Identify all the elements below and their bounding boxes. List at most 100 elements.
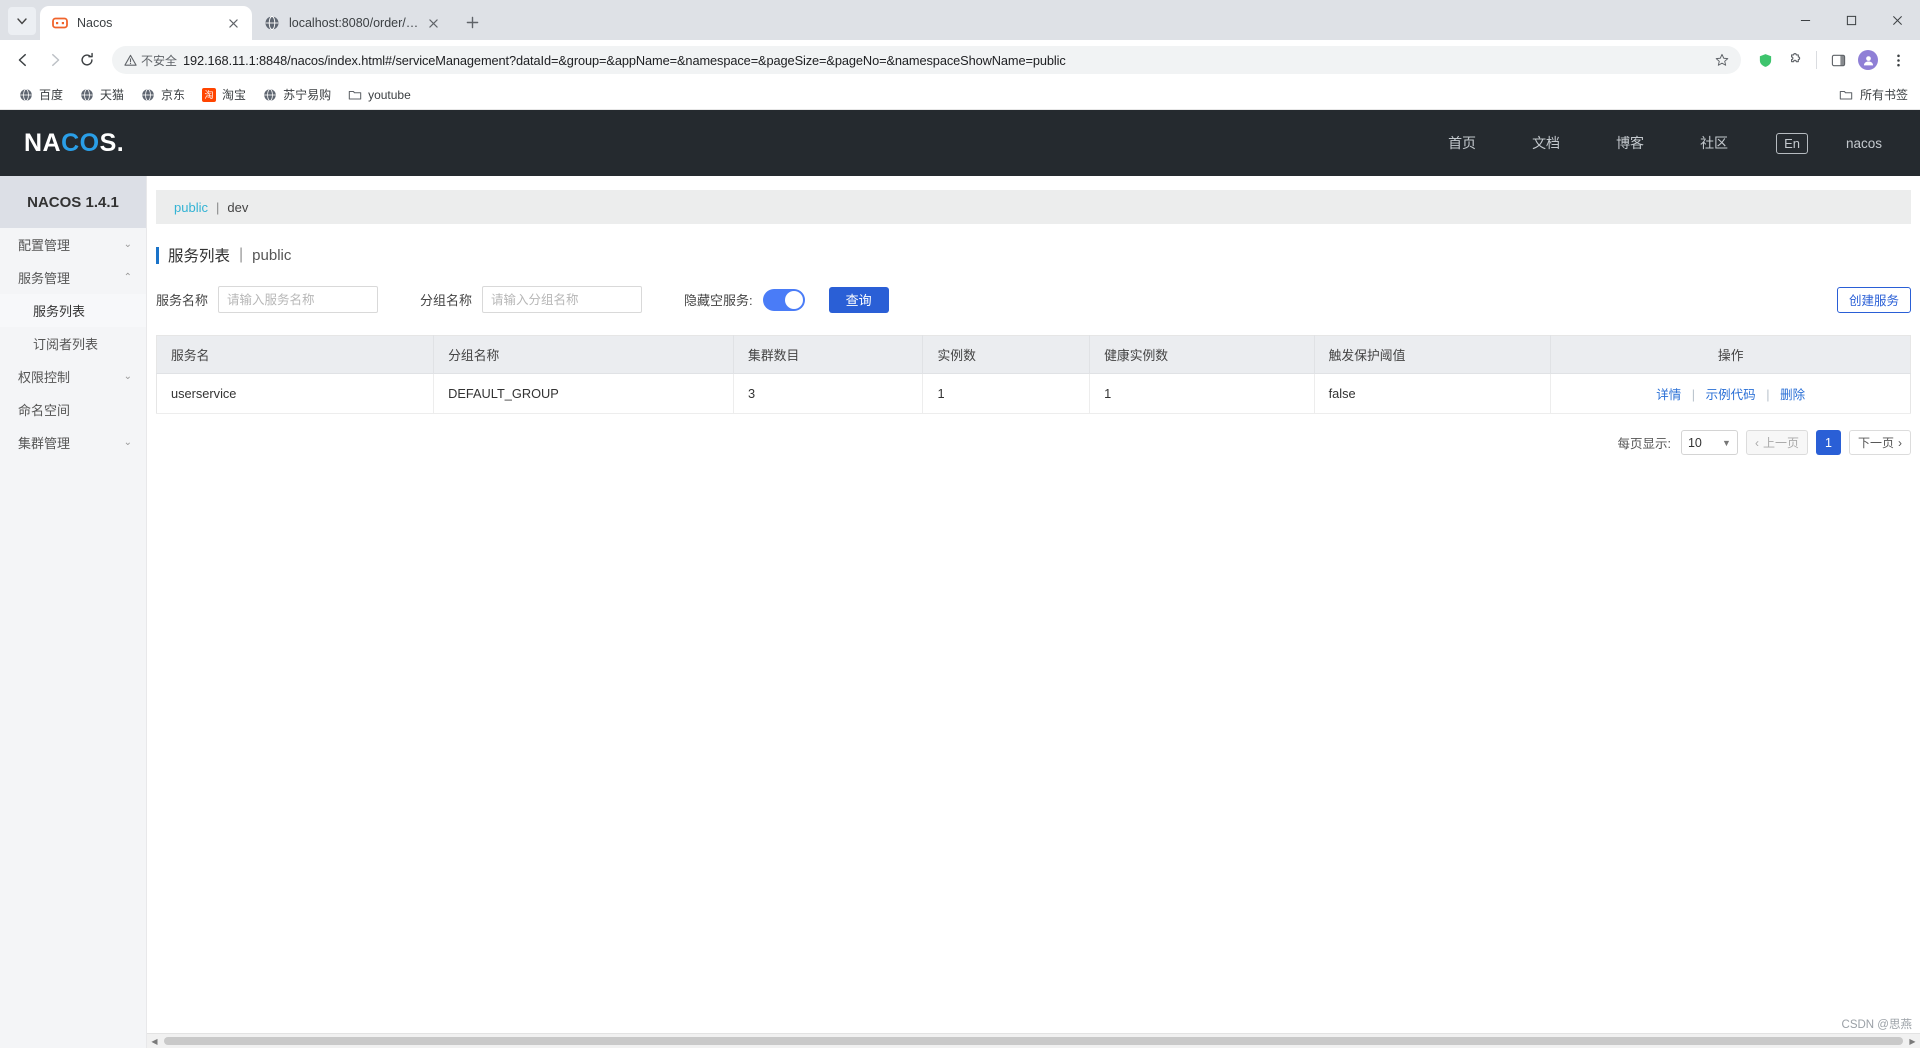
bookmark-suning[interactable]: 苏宁易购 xyxy=(254,83,339,106)
extensions-puzzle-icon[interactable] xyxy=(1781,46,1809,74)
all-bookmarks-button[interactable]: 所有书签 xyxy=(1838,86,1908,103)
maximize-icon xyxy=(1846,15,1856,25)
nav-item-blog[interactable]: 博客 xyxy=(1588,133,1672,153)
chevron-down-icon: ▼ xyxy=(1722,437,1731,448)
group-name-input[interactable] xyxy=(482,286,643,313)
browser-window: Nacos localhost:8080/order/105 不安全 192.1… xyxy=(0,0,1920,1048)
action-sample-code-link[interactable]: 示例代码 xyxy=(1706,388,1756,402)
chevron-up-icon: ⌃ xyxy=(123,272,132,283)
sidebar-item-service-management[interactable]: 服务管理 ⌃ xyxy=(0,261,146,294)
bookmark-jd[interactable]: 京东 xyxy=(132,83,193,106)
cell-instance-count: 1 xyxy=(922,373,1091,414)
th-group-name: 分组名称 xyxy=(433,335,735,374)
new-tab-button[interactable] xyxy=(458,8,486,36)
bookmark-taobao[interactable]: 淘 淘宝 xyxy=(193,83,254,106)
service-name-input[interactable] xyxy=(218,286,379,313)
address-bar[interactable]: 不安全 192.168.11.1:8848/nacos/index.html#/… xyxy=(112,46,1741,74)
browser-tab-localhost[interactable]: localhost:8080/order/105 xyxy=(252,6,452,40)
side-panel-icon[interactable] xyxy=(1824,46,1852,74)
page-title: 服务列表 | public xyxy=(156,244,1911,266)
taobao-icon: 淘 xyxy=(201,87,217,103)
page-number-1[interactable]: 1 xyxy=(1815,430,1841,455)
table-head: 服务名 分组名称 集群数目 实例数 健康实例数 触发保护阈值 操作 xyxy=(156,335,1911,374)
sidebar-item-cluster-management[interactable]: 集群管理 ⌄ xyxy=(0,426,146,459)
cell-protect-threshold: false xyxy=(1314,373,1552,414)
breadcrumb-separator: | xyxy=(215,199,220,215)
browser-menu-icon[interactable] xyxy=(1884,46,1912,74)
language-switch-button[interactable]: En xyxy=(1776,132,1808,154)
page-body: NACOS 1.4.1 配置管理 ⌄ 服务管理 ⌃ 服务列表 订阅者列表 权限控 xyxy=(0,176,1920,1048)
globe-icon xyxy=(79,87,95,103)
scroll-right-icon[interactable]: ▶ xyxy=(1905,1037,1920,1046)
reload-icon xyxy=(81,52,93,66)
cell-actions: 详情 | 示例代码 | 删除 xyxy=(1550,373,1911,414)
sidebar-item-config-management[interactable]: 配置管理 ⌄ xyxy=(0,228,146,261)
window-controls xyxy=(1782,0,1920,40)
th-instance-count: 实例数 xyxy=(922,335,1091,374)
table-row[interactable]: userservice DEFAULT_GROUP 3 1 1 false 详情… xyxy=(156,373,1911,414)
logo-part-2: CO xyxy=(61,128,100,157)
horizontal-scrollbar[interactable]: ◀ ▶ xyxy=(147,1033,1920,1048)
breadcrumb-public[interactable]: public xyxy=(174,200,208,215)
back-button[interactable] xyxy=(8,45,38,75)
bookmark-baidu[interactable]: 百度 xyxy=(10,83,71,106)
service-name-label: 服务名称 xyxy=(156,293,209,308)
close-icon[interactable] xyxy=(425,15,442,32)
close-icon xyxy=(1892,15,1902,25)
action-delete-link[interactable]: 删除 xyxy=(1780,388,1805,402)
nacos-logo[interactable]: NA CO S. xyxy=(24,129,124,158)
bookmark-folder-youtube[interactable]: youtube xyxy=(339,84,419,106)
hide-empty-service-label: 隐藏空服务: xyxy=(684,293,753,308)
profile-avatar[interactable] xyxy=(1854,46,1882,74)
sidebar-item-namespace[interactable]: 命名空间 xyxy=(0,393,146,426)
extension-shield-icon[interactable] xyxy=(1751,46,1779,74)
hide-empty-service-toggle[interactable] xyxy=(762,288,805,311)
query-button[interactable]: 查询 xyxy=(828,286,889,313)
logo-part-1: NA xyxy=(24,128,62,157)
bookmark-label: 百度 xyxy=(39,88,64,102)
per-page-select[interactable]: 10 ▼ xyxy=(1680,430,1738,455)
sidebar-item-label: 权限控制 xyxy=(18,370,71,385)
action-detail-link[interactable]: 详情 xyxy=(1656,388,1681,402)
close-icon[interactable] xyxy=(225,15,242,32)
forward-button[interactable] xyxy=(40,45,70,75)
sidebar-item-label: 服务管理 xyxy=(18,271,71,286)
sidebar-item-subscriber-list[interactable]: 订阅者列表 xyxy=(0,327,146,360)
maximize-button[interactable] xyxy=(1828,4,1874,36)
not-secure-indicator[interactable]: 不安全 xyxy=(124,52,177,69)
create-service-button[interactable]: 创建服务 xyxy=(1836,286,1911,313)
bookmark-label: 天猫 xyxy=(100,88,125,102)
next-page-label: 下一页 xyxy=(1857,436,1894,450)
th-operation: 操作 xyxy=(1550,335,1911,374)
nav-item-docs[interactable]: 文档 xyxy=(1504,133,1588,153)
prev-page-button[interactable]: ‹ 上一页 xyxy=(1745,430,1808,455)
minimize-button[interactable] xyxy=(1782,4,1828,36)
scrollbar-thumb[interactable] xyxy=(164,1037,1903,1045)
bookmark-star-icon[interactable] xyxy=(1711,49,1733,71)
filter-bar: 服务名称 分组名称 隐藏空服务: 查询 创建服务 xyxy=(156,286,1911,313)
toggle-knob xyxy=(784,290,803,309)
bookmark-tmall[interactable]: 天猫 xyxy=(71,83,132,106)
nacos-top-header: NA CO S. 首页 文档 博客 社区 En nacos xyxy=(0,110,1920,176)
all-bookmarks-label: 所有书签 xyxy=(1859,88,1908,102)
close-window-button[interactable] xyxy=(1874,4,1920,36)
page-content: NA CO S. 首页 文档 博客 社区 En nacos NACOS 1.4.1 … xyxy=(0,110,1920,1048)
scroll-left-icon[interactable]: ◀ xyxy=(147,1037,162,1046)
sidebar-item-service-list[interactable]: 服务列表 xyxy=(0,294,146,327)
tab-title: localhost:8080/order/105 xyxy=(289,16,419,30)
sidebar-item-label: 订阅者列表 xyxy=(33,337,99,352)
user-menu[interactable]: nacos xyxy=(1828,136,1882,151)
sidebar-item-permission-control[interactable]: 权限控制 ⌄ xyxy=(0,360,146,393)
action-separator: | xyxy=(1691,387,1696,402)
bookmark-label: 淘宝 xyxy=(222,88,247,102)
nav-item-community[interactable]: 社区 xyxy=(1672,133,1756,153)
next-page-button[interactable]: 下一页 › xyxy=(1848,430,1911,455)
browser-tab-nacos[interactable]: Nacos xyxy=(40,6,252,40)
breadcrumb-dev[interactable]: dev xyxy=(227,200,248,215)
table-body: userservice DEFAULT_GROUP 3 1 1 false 详情… xyxy=(156,373,1911,414)
tab-strip: Nacos localhost:8080/order/105 xyxy=(0,0,1920,40)
nav-item-home[interactable]: 首页 xyxy=(1420,133,1504,153)
tab-search-button[interactable] xyxy=(8,7,36,35)
top-nav: 首页 文档 博客 社区 En nacos xyxy=(1420,132,1882,154)
reload-button[interactable] xyxy=(72,45,102,75)
